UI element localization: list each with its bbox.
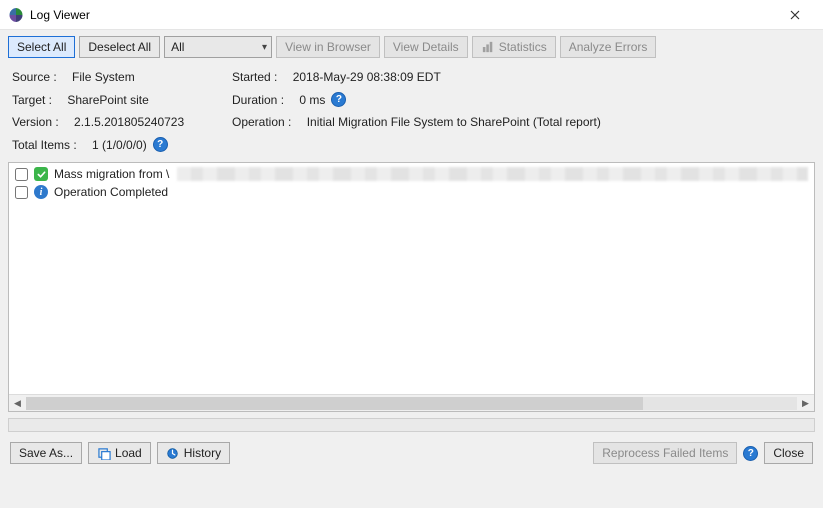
redacted-content xyxy=(177,167,808,181)
scroll-right-arrow[interactable]: ▶ xyxy=(797,395,814,412)
select-all-button[interactable]: Select All xyxy=(8,36,75,58)
operation-field: Operation : Initial Migration File Syste… xyxy=(232,115,811,129)
total-items-field: Total Items : 1 (1/0/0/0) ? xyxy=(12,137,811,152)
help-icon[interactable]: ? xyxy=(153,137,168,152)
load-icon xyxy=(97,446,111,460)
titlebar: Log Viewer xyxy=(0,0,823,30)
history-icon xyxy=(166,446,180,460)
version-field: Version : 2.1.5.201805240723 xyxy=(12,115,222,129)
toolbar: Select All Deselect All All ▾ View in Br… xyxy=(0,30,823,64)
window-title: Log Viewer xyxy=(30,8,775,22)
target-field: Target : SharePoint site xyxy=(12,92,222,107)
filter-select-value: All xyxy=(171,40,184,54)
horizontal-scrollbar[interactable]: ◀ ▶ xyxy=(9,394,814,411)
close-window-button[interactable] xyxy=(775,3,815,27)
view-in-browser-button[interactable]: View in Browser xyxy=(276,36,380,58)
duration-field: Duration : 0 ms ? xyxy=(232,92,811,107)
scroll-left-arrow[interactable]: ◀ xyxy=(9,395,26,412)
log-row[interactable]: i Operation Completed xyxy=(11,183,812,201)
started-field: Started : 2018-May-29 08:38:09 EDT xyxy=(232,70,811,84)
scroll-thumb[interactable] xyxy=(26,397,643,410)
log-row-text: Operation Completed xyxy=(54,185,168,199)
info-icon: i xyxy=(34,185,48,199)
filter-select[interactable]: All ▾ xyxy=(164,36,272,58)
log-list-body: Mass migration from \ i Operation Comple… xyxy=(9,163,814,394)
close-button[interactable]: Close xyxy=(764,442,813,464)
deselect-all-button[interactable]: Deselect All xyxy=(79,36,160,58)
save-as-button[interactable]: Save As... xyxy=(10,442,82,464)
help-icon[interactable]: ? xyxy=(331,92,346,107)
source-field: Source : File System xyxy=(12,70,222,84)
check-icon xyxy=(34,167,48,181)
log-list: Mass migration from \ i Operation Comple… xyxy=(8,162,815,412)
load-button[interactable]: Load xyxy=(88,442,151,464)
reprocess-failed-button[interactable]: Reprocess Failed Items xyxy=(593,442,737,464)
log-row-text: Mass migration from \ xyxy=(54,167,169,181)
progress-bar xyxy=(8,418,815,432)
chevron-down-icon: ▾ xyxy=(262,42,267,53)
scroll-track[interactable] xyxy=(26,397,797,410)
statistics-button[interactable]: Statistics xyxy=(472,36,556,58)
view-details-button[interactable]: View Details xyxy=(384,36,468,58)
app-icon xyxy=(8,7,24,23)
history-button[interactable]: History xyxy=(157,442,230,464)
footer-toolbar: Save As... Load Hi xyxy=(0,432,823,474)
metadata-panel: Source : File System Started : 2018-May-… xyxy=(0,64,823,162)
row-checkbox[interactable] xyxy=(15,186,28,199)
analyze-errors-button[interactable]: Analyze Errors xyxy=(560,36,657,58)
log-row[interactable]: Mass migration from \ xyxy=(11,165,812,183)
statistics-icon xyxy=(481,40,495,54)
row-checkbox[interactable] xyxy=(15,168,28,181)
help-icon[interactable]: ? xyxy=(743,446,758,461)
